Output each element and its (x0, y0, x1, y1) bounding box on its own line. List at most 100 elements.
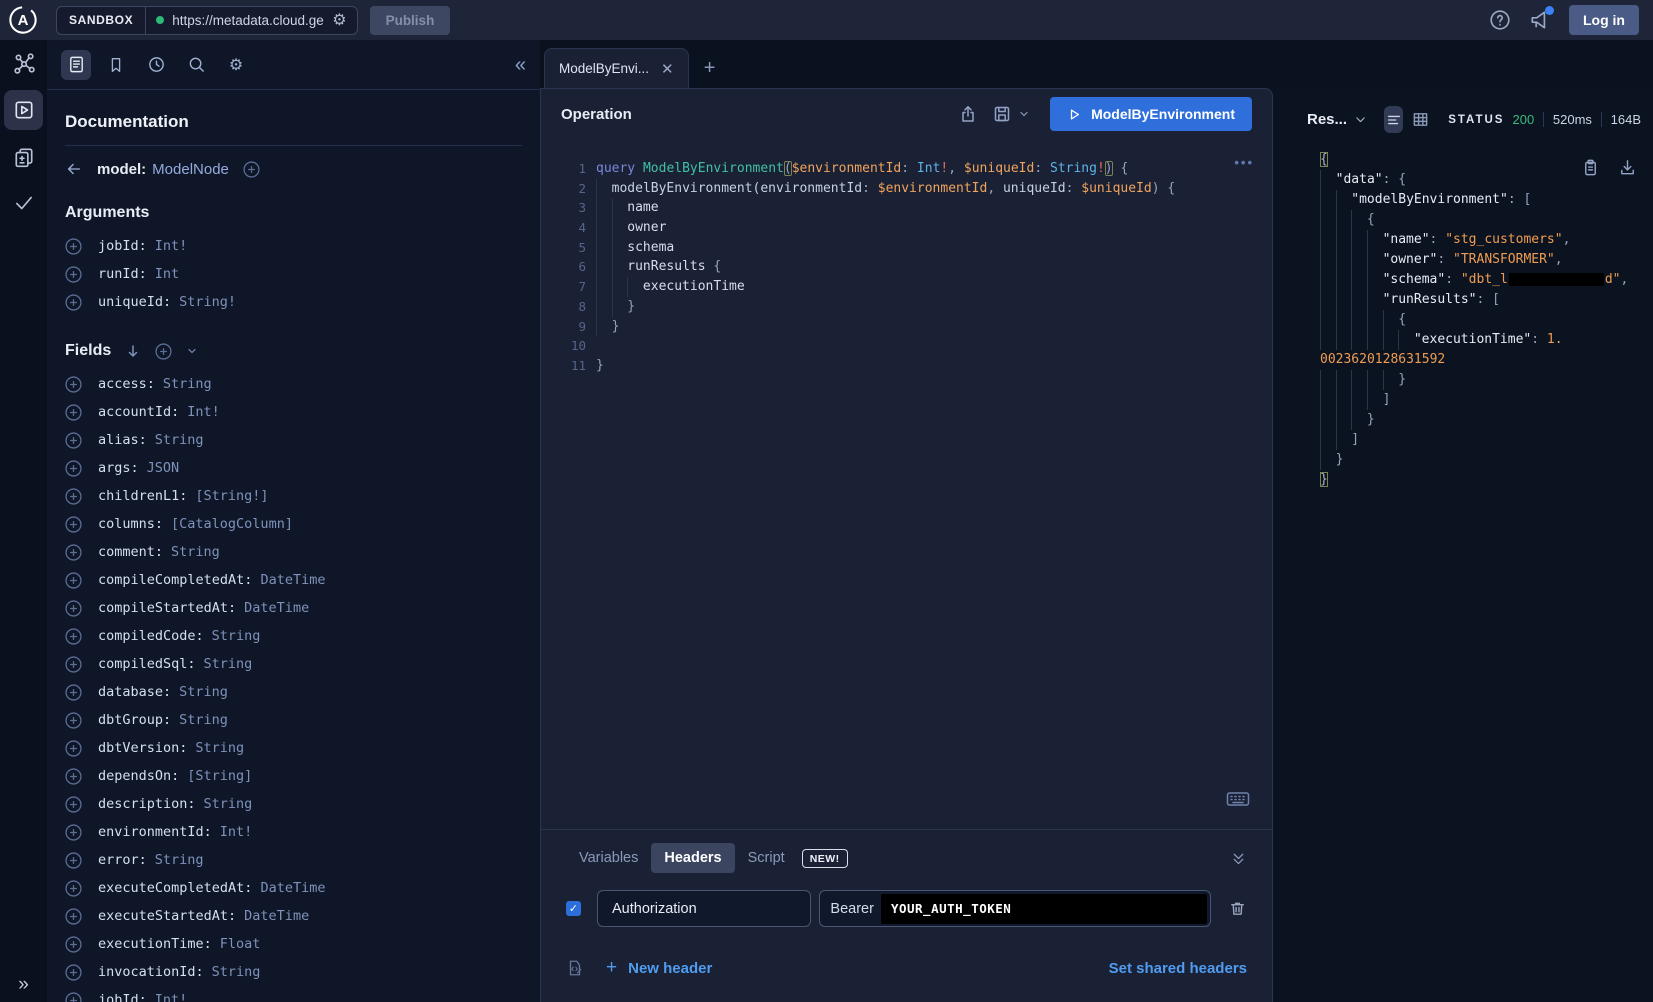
add-field-to-query-icon[interactable] (65, 460, 82, 477)
add-field-to-query-icon[interactable] (65, 964, 82, 981)
close-tab-icon[interactable]: ✕ (661, 60, 674, 78)
docs-field-type-link[interactable]: ModelNode (152, 161, 229, 178)
field-type-link[interactable]: Int (155, 266, 179, 282)
response-dropdown[interactable]: Res... (1307, 111, 1347, 128)
field-type-link[interactable]: String (155, 852, 204, 868)
tab-headers[interactable]: Headers (651, 843, 734, 873)
field-type-link[interactable]: JSON (147, 460, 180, 476)
field-name-link[interactable]: executeCompletedAt: (98, 880, 252, 896)
field-name-link[interactable]: dbtGroup: (98, 712, 171, 728)
header-key-input[interactable]: Authorization (597, 890, 811, 927)
environment-variables-icon[interactable] (566, 959, 584, 977)
field-type-link[interactable]: Int! (155, 992, 188, 1002)
field-name-link[interactable]: runId: (98, 266, 147, 282)
field-type-link[interactable]: String (163, 376, 212, 392)
back-arrow-icon[interactable] (65, 160, 83, 178)
keyboard-shortcuts-icon[interactable] (1226, 789, 1250, 809)
bookmarks-icon[interactable] (101, 50, 131, 80)
field-type-link[interactable]: DateTime (260, 572, 325, 588)
code-line[interactable]: 1query ModelByEnvironment($environmentId… (541, 159, 1272, 179)
field-type-link[interactable]: String (155, 432, 204, 448)
field-type-link[interactable]: [CatalogColumn] (171, 516, 293, 532)
new-header-button[interactable]: + New header (606, 957, 712, 979)
code-line[interactable]: 3name (541, 198, 1272, 218)
field-type-link[interactable]: Float (220, 936, 261, 952)
fields-options-chevron-icon[interactable] (186, 345, 198, 357)
code-line[interactable]: 7executionTime (541, 277, 1272, 297)
add-field-to-query-icon[interactable] (65, 880, 82, 897)
field-name-link[interactable]: jobId: (98, 992, 147, 1002)
tab-variables[interactable]: Variables (566, 843, 651, 873)
field-name-link[interactable]: error: (98, 852, 147, 868)
auth-token-value[interactable]: YOUR_AUTH_TOKEN (881, 894, 1207, 924)
field-name-link[interactable]: compiledSql: (98, 656, 196, 672)
field-name-link[interactable]: accountId: (98, 404, 179, 420)
code-line[interactable]: 6runResults { (541, 257, 1272, 277)
field-name-link[interactable]: columns: (98, 516, 163, 532)
field-type-link[interactable]: Int! (220, 824, 253, 840)
sidebar-item-schema-graph-icon[interactable] (0, 40, 47, 86)
field-type-link[interactable]: String (179, 684, 228, 700)
field-name-link[interactable]: database: (98, 684, 171, 700)
code-line[interactable]: 9} (541, 317, 1272, 337)
field-type-link[interactable]: String (212, 628, 261, 644)
editor-options-icon[interactable]: ••• (1234, 155, 1254, 170)
add-field-to-query-icon[interactable] (65, 824, 82, 841)
field-type-link[interactable]: String (171, 544, 220, 560)
set-shared-headers-link[interactable]: Set shared headers (1109, 960, 1247, 977)
sort-fields-icon[interactable] (125, 343, 141, 359)
field-name-link[interactable]: compileCompletedAt: (98, 572, 252, 588)
code-line[interactable]: 10 (541, 336, 1272, 356)
header-value-input[interactable]: Bearer YOUR_AUTH_TOKEN (819, 890, 1211, 927)
query-editor[interactable]: 1query ModelByEnvironment($environmentId… (541, 159, 1272, 376)
search-icon[interactable] (181, 50, 211, 80)
apollo-logo-icon[interactable]: A (6, 3, 40, 37)
add-field-to-query-icon[interactable] (65, 628, 82, 645)
field-name-link[interactable]: compileStartedAt: (98, 600, 236, 616)
field-type-link[interactable]: String (212, 964, 261, 980)
field-name-link[interactable]: compiledCode: (98, 628, 204, 644)
documentation-tab-icon[interactable] (61, 50, 91, 80)
add-field-to-query-icon[interactable] (65, 600, 82, 617)
field-type-link[interactable]: String (195, 740, 244, 756)
new-tab-button[interactable]: + (689, 48, 731, 88)
table-view-icon[interactable] (1411, 106, 1430, 133)
format-view-icon[interactable] (1384, 106, 1403, 133)
field-type-link[interactable]: String (204, 656, 253, 672)
add-field-to-query-icon[interactable] (65, 992, 82, 1002)
collapse-request-section-icon[interactable] (1230, 850, 1247, 867)
field-name-link[interactable]: environmentId: (98, 824, 212, 840)
add-to-query-icon[interactable] (243, 161, 260, 178)
add-field-to-query-icon[interactable] (65, 796, 82, 813)
help-icon[interactable] (1489, 9, 1511, 31)
add-field-to-query-icon[interactable] (65, 936, 82, 953)
add-field-to-query-icon[interactable] (65, 404, 82, 421)
save-options-chevron-icon[interactable] (1018, 108, 1030, 120)
field-name-link[interactable]: executeStartedAt: (98, 908, 236, 924)
add-field-to-query-icon[interactable] (65, 740, 82, 757)
field-type-link[interactable]: [String] (187, 768, 252, 784)
tab-script[interactable]: Script (735, 843, 798, 873)
field-type-link[interactable]: [String!] (195, 488, 268, 504)
endpoint-url-wrap[interactable]: https://metadata.cloud.get ⚙ (146, 7, 356, 34)
add-field-to-query-icon[interactable] (65, 488, 82, 505)
add-field-to-query-icon[interactable] (65, 712, 82, 729)
field-name-link[interactable]: executionTime: (98, 936, 212, 952)
operation-tab[interactable]: ModelByEnvi... ✕ (544, 48, 689, 88)
field-name-link[interactable]: childrenL1: (98, 488, 187, 504)
code-line[interactable]: 5schema (541, 238, 1272, 258)
add-field-to-query-icon[interactable] (65, 852, 82, 869)
collapse-panel-icon[interactable]: « (515, 55, 526, 75)
field-name-link[interactable]: dependsOn: (98, 768, 179, 784)
endpoint-url[interactable]: https://metadata.cloud.get (172, 13, 324, 28)
add-field-to-query-icon[interactable] (65, 768, 82, 785)
endpoint-bar[interactable]: SANDBOX https://metadata.cloud.get ⚙ (56, 6, 358, 35)
code-line[interactable]: 8} (541, 297, 1272, 317)
field-name-link[interactable]: args: (98, 460, 139, 476)
add-field-to-query-icon[interactable] (65, 432, 82, 449)
add-field-to-query-icon[interactable] (65, 572, 82, 589)
history-icon[interactable] (141, 50, 171, 80)
field-name-link[interactable]: comment: (98, 544, 163, 560)
field-name-link[interactable]: invocationId: (98, 964, 204, 980)
expand-rail-icon[interactable]: » (0, 974, 47, 996)
